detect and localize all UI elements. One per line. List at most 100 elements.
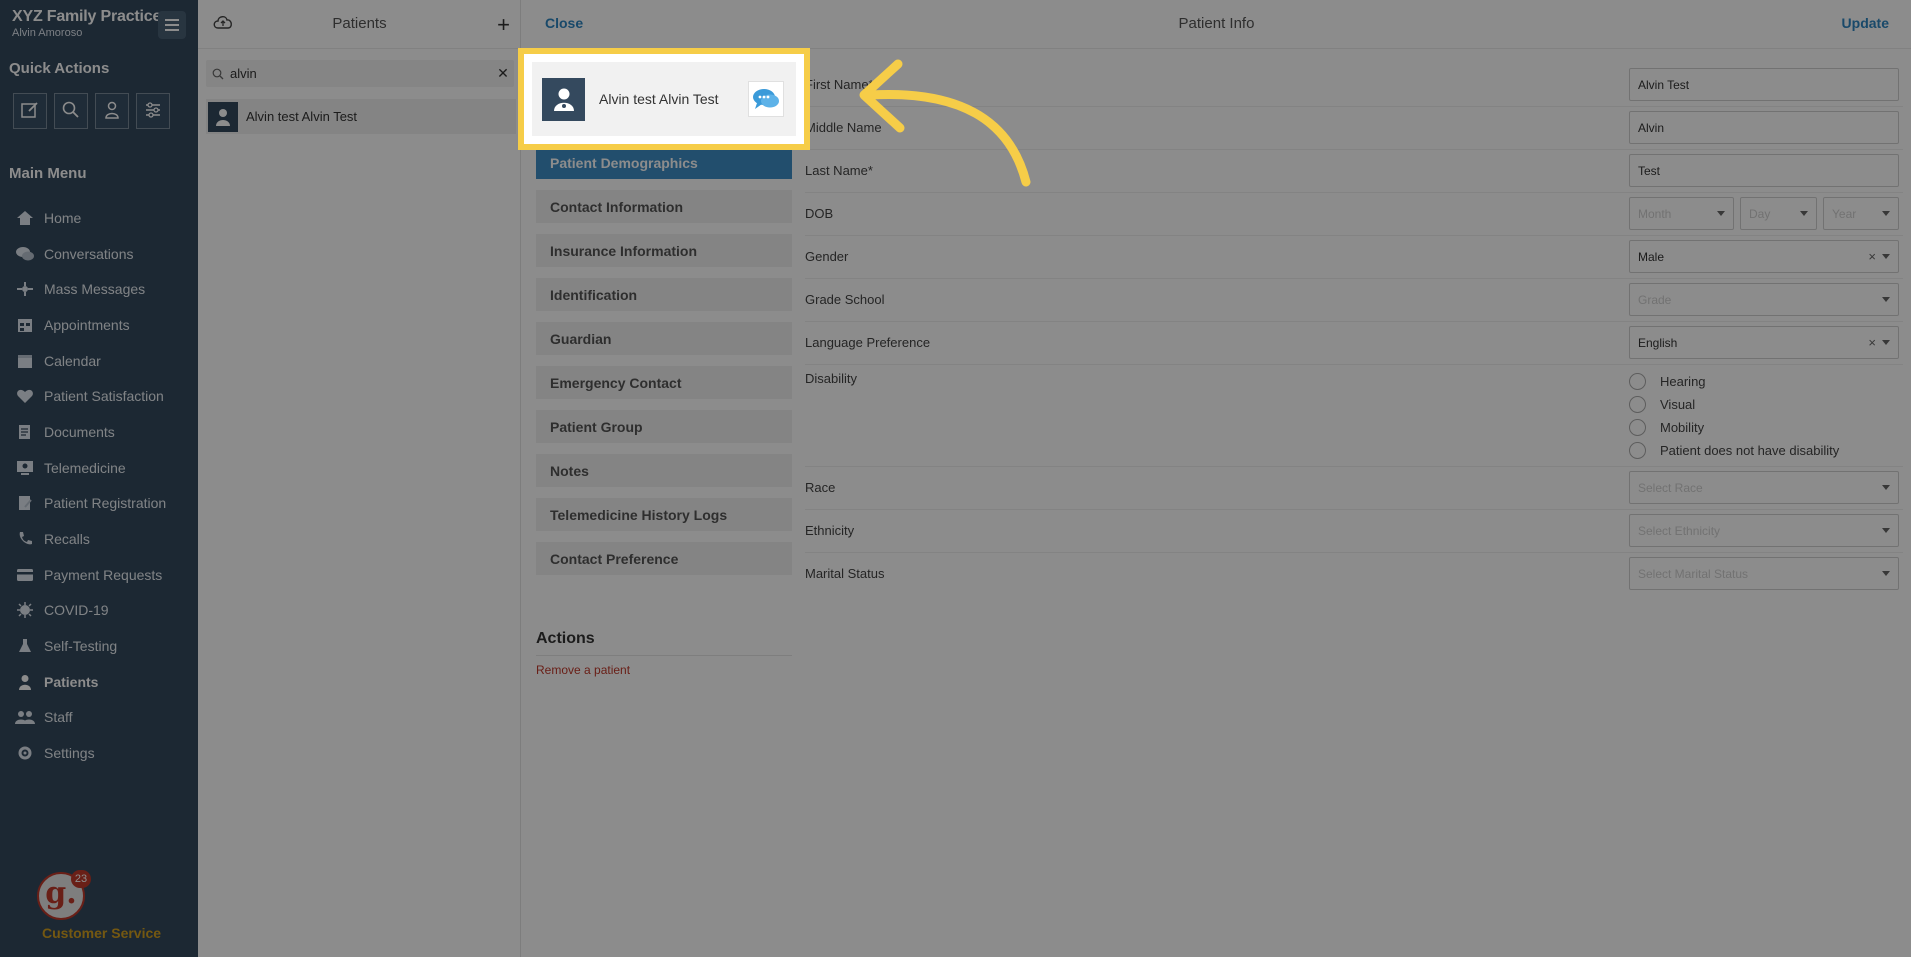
patient-add-icon — [102, 100, 122, 123]
sidebar-item-telemedicine[interactable]: Telemedicine — [0, 450, 198, 486]
brand: XYZ Family Practice Alvin Amoroso — [12, 8, 161, 39]
patient-result-name: Alvin test Alvin Test — [246, 109, 358, 124]
sidebar-item-appointments[interactable]: Appointments — [0, 307, 198, 343]
language-select[interactable]: English × — [1629, 326, 1899, 359]
chevron-down-icon — [1717, 211, 1725, 216]
main-menu: Home Conversations Mass Messages Appoint… — [0, 200, 198, 771]
radio-button[interactable] — [1629, 396, 1646, 413]
first-name-field[interactable]: Alvin Test — [1629, 68, 1899, 101]
sidebar-item-covid-19[interactable]: COVID-19 — [0, 593, 198, 629]
disability-option-mobility[interactable]: Mobility — [1629, 416, 1839, 439]
sidebar-item-home[interactable]: Home — [0, 200, 198, 236]
tab-contact-preference[interactable]: Contact Preference — [536, 542, 792, 575]
race-select[interactable]: Select Race — [1629, 471, 1899, 504]
sidebar-item-self-testing[interactable]: Self-Testing — [0, 628, 198, 664]
middle-name-field[interactable]: Alvin — [1629, 111, 1899, 144]
sidebar-item-label: Payment Requests — [44, 566, 163, 583]
dob-day-select[interactable]: Day — [1740, 197, 1817, 230]
virus-icon — [14, 601, 36, 619]
heart-icon — [14, 387, 36, 405]
sidebar-item-conversations[interactable]: Conversations — [0, 236, 198, 272]
sidebar-item-staff[interactable]: Staff — [0, 700, 198, 736]
gender-row: Gender Male × — [805, 236, 1903, 279]
tab-identification[interactable]: Identification — [536, 278, 792, 311]
clear-search-icon[interactable]: ✕ — [492, 65, 514, 82]
sidebar-item-settings[interactable]: Settings — [0, 735, 198, 771]
sidebar-item-mass-messages[interactable]: Mass Messages — [0, 271, 198, 307]
race-row: Race Select Race — [805, 467, 1903, 510]
patient-card-name: Alvin test Alvin Test — [599, 91, 719, 107]
grade-school-row: Grade School Grade — [805, 279, 1903, 322]
sidebar-item-label: Documents — [44, 423, 115, 440]
field-value: Alvin — [1638, 120, 1665, 135]
radio-button[interactable] — [1629, 373, 1646, 390]
tab-insurance-information[interactable]: Insurance Information — [536, 234, 792, 267]
add-patient-button[interactable] — [95, 93, 129, 129]
disability-row: Disability Hearing Visual Mobility Patie… — [805, 365, 1903, 467]
field-label: DOB — [805, 206, 834, 221]
chat-bubbles-icon[interactable] — [748, 81, 784, 117]
sidebar-item-label: Patient Satisfaction — [44, 388, 164, 405]
disability-option-hearing[interactable]: Hearing — [1629, 370, 1839, 393]
tab-notes[interactable]: Notes — [536, 454, 792, 487]
document-icon — [14, 423, 36, 441]
chevron-down-icon — [1882, 528, 1890, 533]
grade-select[interactable]: Grade — [1629, 283, 1899, 316]
sidebar-item-patient-satisfaction[interactable]: Patient Satisfaction — [0, 378, 198, 414]
search-input[interactable] — [230, 66, 492, 81]
radio-button[interactable] — [1629, 442, 1646, 459]
chevron-down-icon — [1882, 297, 1890, 302]
patient-card: Alvin test Alvin Test — [532, 62, 796, 136]
home-icon — [14, 209, 36, 227]
clear-icon[interactable]: × — [1868, 249, 1876, 264]
new-message-button[interactable] — [13, 93, 47, 129]
sidebar-item-recalls[interactable]: Recalls — [0, 521, 198, 557]
disability-option-visual[interactable]: Visual — [1629, 393, 1839, 416]
last-name-field[interactable]: Test — [1629, 154, 1899, 187]
sidebar-item-patient-registration[interactable]: Patient Registration — [0, 486, 198, 522]
dob-year-select[interactable]: Year — [1823, 197, 1899, 230]
chat-icon — [14, 245, 36, 263]
sidebar-item-documents[interactable]: Documents — [0, 414, 198, 450]
add-patient-icon[interactable]: + — [497, 12, 510, 38]
sidebar-item-label: Patients — [44, 673, 99, 690]
radio-button[interactable] — [1629, 419, 1646, 436]
disability-option-none[interactable]: Patient does not have disability — [1629, 439, 1839, 462]
clear-icon[interactable]: × — [1868, 335, 1876, 350]
sidebar-item-calendar[interactable]: Calendar — [0, 343, 198, 379]
sidebar-item-label: Conversations — [44, 245, 134, 262]
patient-search: ✕ — [206, 60, 514, 87]
field-label: Language Preference — [805, 335, 931, 350]
remove-patient-link[interactable]: Remove a patient — [536, 663, 630, 677]
highlighted-patient-card[interactable]: Alvin test Alvin Test — [518, 48, 810, 150]
quick-actions — [13, 93, 170, 129]
filters-button[interactable] — [136, 93, 170, 129]
sidebar-item-label: COVID-19 — [44, 602, 109, 619]
field-value: Test — [1638, 163, 1661, 178]
chevron-down-icon — [1882, 571, 1890, 576]
tab-guardian[interactable]: Guardian — [536, 322, 792, 355]
patient-avatar-icon — [208, 101, 238, 132]
marital-status-select[interactable]: Select Marital Status — [1629, 557, 1899, 590]
patient-result-row[interactable]: Alvin test Alvin Test — [206, 99, 516, 134]
hamburger-menu-icon[interactable] — [158, 11, 186, 39]
sidebar-item-payment-requests[interactable]: Payment Requests — [0, 557, 198, 593]
ethnicity-select[interactable]: Select Ethnicity — [1629, 514, 1899, 547]
sidebar-item-patients[interactable]: Patients — [0, 664, 198, 700]
flask-icon — [14, 637, 36, 655]
compose-icon — [20, 100, 40, 123]
chevron-down-icon — [1882, 211, 1890, 216]
quick-search-button[interactable] — [54, 93, 88, 129]
gender-select[interactable]: Male × — [1629, 240, 1899, 273]
tab-telemedicine-history-logs[interactable]: Telemedicine History Logs — [536, 498, 792, 531]
tab-patient-group[interactable]: Patient Group — [536, 410, 792, 443]
tab-patient-demographics[interactable]: Patient Demographics — [536, 146, 792, 179]
dob-month-select[interactable]: Month — [1629, 197, 1734, 230]
tab-contact-information[interactable]: Contact Information — [536, 190, 792, 223]
field-label: Race — [805, 480, 836, 495]
field-label: Marital Status — [805, 566, 885, 581]
tab-emergency-contact[interactable]: Emergency Contact — [536, 366, 792, 399]
chevron-down-icon — [1882, 340, 1890, 345]
update-button[interactable]: Update — [1842, 15, 1889, 31]
patient-avatar-icon — [542, 77, 585, 121]
